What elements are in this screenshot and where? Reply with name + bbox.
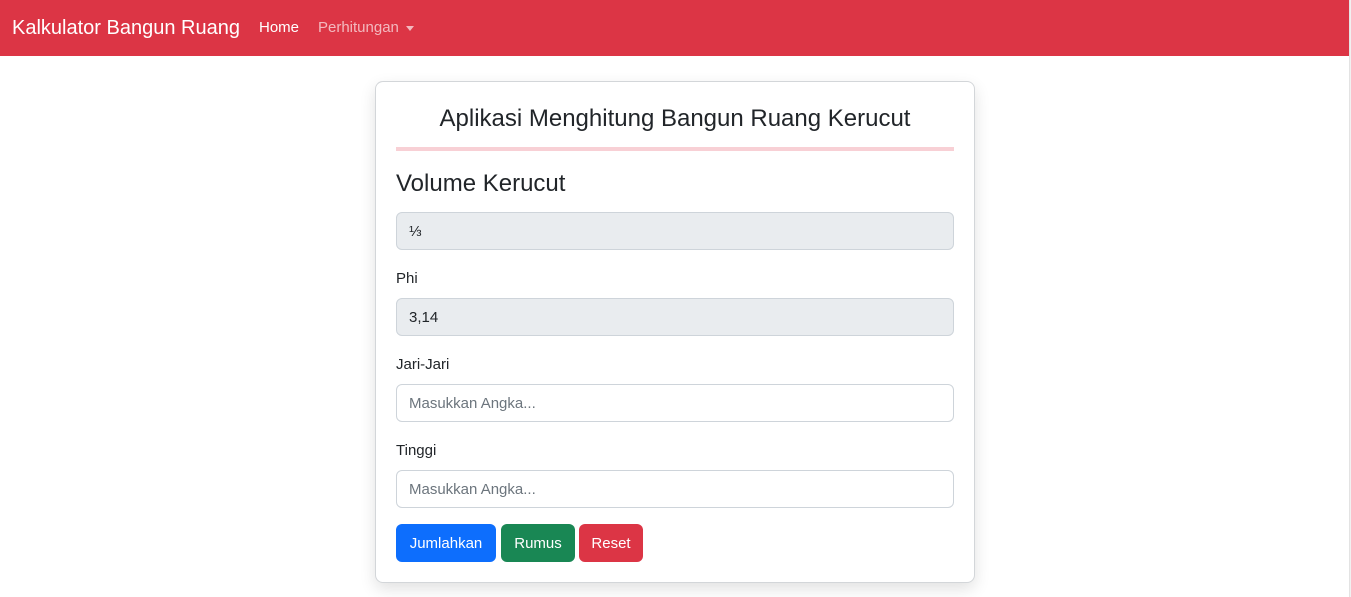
- card-title: Aplikasi Menghitung Bangun Ruang Kerucut: [439, 105, 911, 132]
- nav-dropdown-label: Perhitungan: [318, 19, 399, 36]
- sum-button[interactable]: Jumlahkan: [396, 524, 496, 562]
- calculator-card: Aplikasi Menghitung Bangun Ruang Kerucut…: [375, 81, 975, 583]
- radius-label: Jari-Jari: [396, 356, 450, 373]
- fraction-field[interactable]: [396, 212, 954, 250]
- top-navbar: Kalkulator Bangun Ruang Home Perhitungan: [0, 0, 1349, 56]
- title-divider: [396, 147, 954, 151]
- phi-field[interactable]: [396, 298, 954, 336]
- nav-dropdown-perhitungan[interactable]: Perhitungan: [318, 19, 414, 37]
- nav-link-home[interactable]: Home: [259, 19, 299, 37]
- height-label: Tinggi: [396, 442, 437, 459]
- phi-label: Phi: [396, 270, 418, 287]
- radius-input[interactable]: [396, 384, 954, 422]
- navbar-brand[interactable]: Kalkulator Bangun Ruang: [12, 16, 240, 40]
- formula-button[interactable]: Rumus: [501, 524, 575, 562]
- section-heading: Volume Kerucut: [396, 170, 566, 197]
- height-input[interactable]: [396, 470, 954, 508]
- reset-button[interactable]: Reset: [579, 524, 643, 562]
- chevron-down-icon: [405, 25, 414, 31]
